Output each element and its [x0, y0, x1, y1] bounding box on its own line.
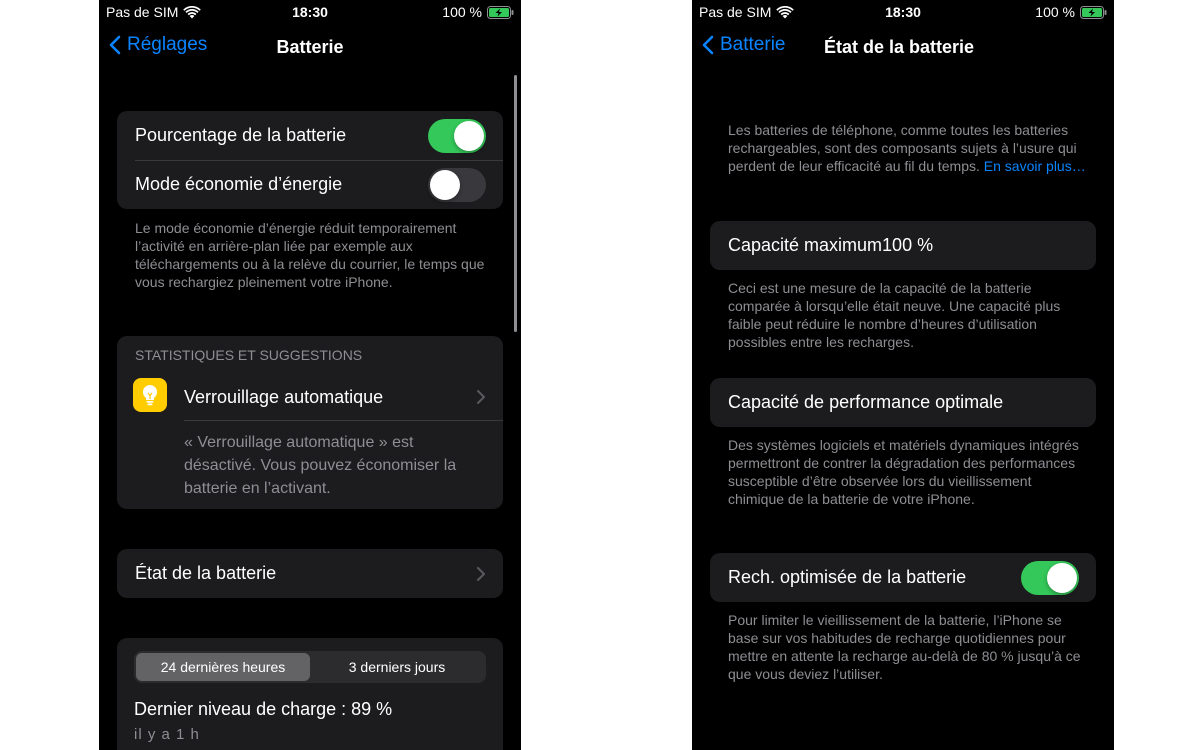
navigation-bar: Batterie État de la batterie: [692, 30, 1114, 66]
back-button[interactable]: Batterie: [702, 34, 785, 56]
segment-24h[interactable]: 24 dernières heures: [136, 653, 310, 681]
scrollbar[interactable]: [514, 75, 517, 332]
battery-percentage-label: Pourcentage de la batterie: [135, 125, 347, 145]
segment-3-days[interactable]: 3 derniers jours: [310, 653, 484, 681]
peak-performance-footer: Des systèmes logiciels et matériels dyna…: [728, 437, 1079, 507]
low-power-mode-label: Mode économie d’énergie: [135, 174, 343, 194]
low-power-mode-toggle[interactable]: [428, 167, 486, 202]
optimized-charging-row: Rech. optimisée de la batterie: [710, 553, 1096, 602]
page-title: Batterie: [276, 37, 344, 57]
battery-percentage: 100 %: [1035, 4, 1075, 20]
battery-health-screen: Pas de SIM 18:30 100 % Batterie État de …: [692, 0, 1114, 750]
battery-health-row[interactable]: État de la batterie: [117, 549, 503, 598]
back-button-label: Batterie: [720, 34, 786, 55]
page-title: État de la batterie: [824, 37, 975, 57]
learn-more-link[interactable]: En savoir plus…: [984, 158, 1086, 174]
battery-settings-screen: Pas de SIM 18:30 100 % Réglages Batterie: [99, 0, 521, 750]
peak-performance-row: Capacité de performance optimale: [710, 378, 1096, 427]
battery-health-group: État de la batterie: [117, 549, 503, 598]
max-capacity-group: Capacité maximum 100 %: [710, 221, 1096, 270]
battery-usage-group: 24 dernières heures 3 derniers jours Der…: [117, 638, 503, 750]
last-charge-time: il y a 1 h: [134, 726, 200, 743]
battery-percentage: 100 %: [442, 4, 482, 20]
battery-percentage-row: Pourcentage de la batterie: [117, 111, 503, 160]
time-range-segmented-control: 24 dernières heures 3 derniers jours: [134, 651, 486, 683]
stats-suggestions-group: STATISTIQUES ET SUGGESTIONS Verrouillage…: [117, 336, 503, 509]
lightbulb-icon: [133, 378, 167, 412]
chevron-right-icon: [477, 390, 485, 404]
battery-percentage-toggle[interactable]: [428, 118, 486, 153]
auto-lock-suggestion[interactable]: Verrouillage automatique: [117, 374, 503, 420]
peak-performance-label: Capacité de performance optimale: [728, 392, 1004, 412]
max-capacity-row: Capacité maximum 100 %: [710, 221, 1096, 270]
low-power-mode-row: Mode économie d’énergie: [117, 160, 503, 209]
max-capacity-label: Capacité maximum: [728, 235, 883, 255]
battery-intro-text: Les batteries de téléphone, comme toutes…: [728, 121, 1088, 175]
chevron-left-icon: [702, 35, 714, 55]
low-power-footer: Le mode économie d’énergie réduit tempor…: [135, 220, 485, 290]
auto-lock-label: Verrouillage automatique: [184, 386, 384, 407]
auto-lock-description: « Verrouillage automatique » est désacti…: [184, 420, 503, 509]
max-capacity-value: 100 %: [882, 235, 934, 255]
navigation-bar: Réglages Batterie: [99, 30, 521, 66]
max-capacity-footer: Ceci est une mesure de la capacité de la…: [728, 280, 1061, 350]
last-charge-level: Dernier niveau de charge : 89 %: [134, 699, 393, 719]
optimized-charging-toggle[interactable]: [1021, 560, 1079, 595]
chevron-right-icon: [477, 566, 485, 581]
section-header: STATISTIQUES ET SUGGESTIONS: [135, 347, 363, 363]
battery-charging-icon: [1080, 5, 1107, 19]
optimized-charging-footer: Pour limiter le vieillissement de la bat…: [728, 612, 1081, 682]
battery-toggles-group: Pourcentage de la batterie Mode économie…: [117, 111, 503, 209]
peak-performance-group: Capacité de performance optimale: [710, 378, 1096, 427]
optimized-charging-group: Rech. optimisée de la batterie: [710, 553, 1096, 602]
optimized-charging-label: Rech. optimisée de la batterie: [728, 567, 967, 587]
battery-health-label: État de la batterie: [135, 563, 277, 583]
status-bar: Pas de SIM 18:30 100 %: [99, 0, 521, 24]
status-bar: Pas de SIM 18:30 100 %: [692, 0, 1114, 24]
battery-charging-icon: [487, 5, 514, 19]
